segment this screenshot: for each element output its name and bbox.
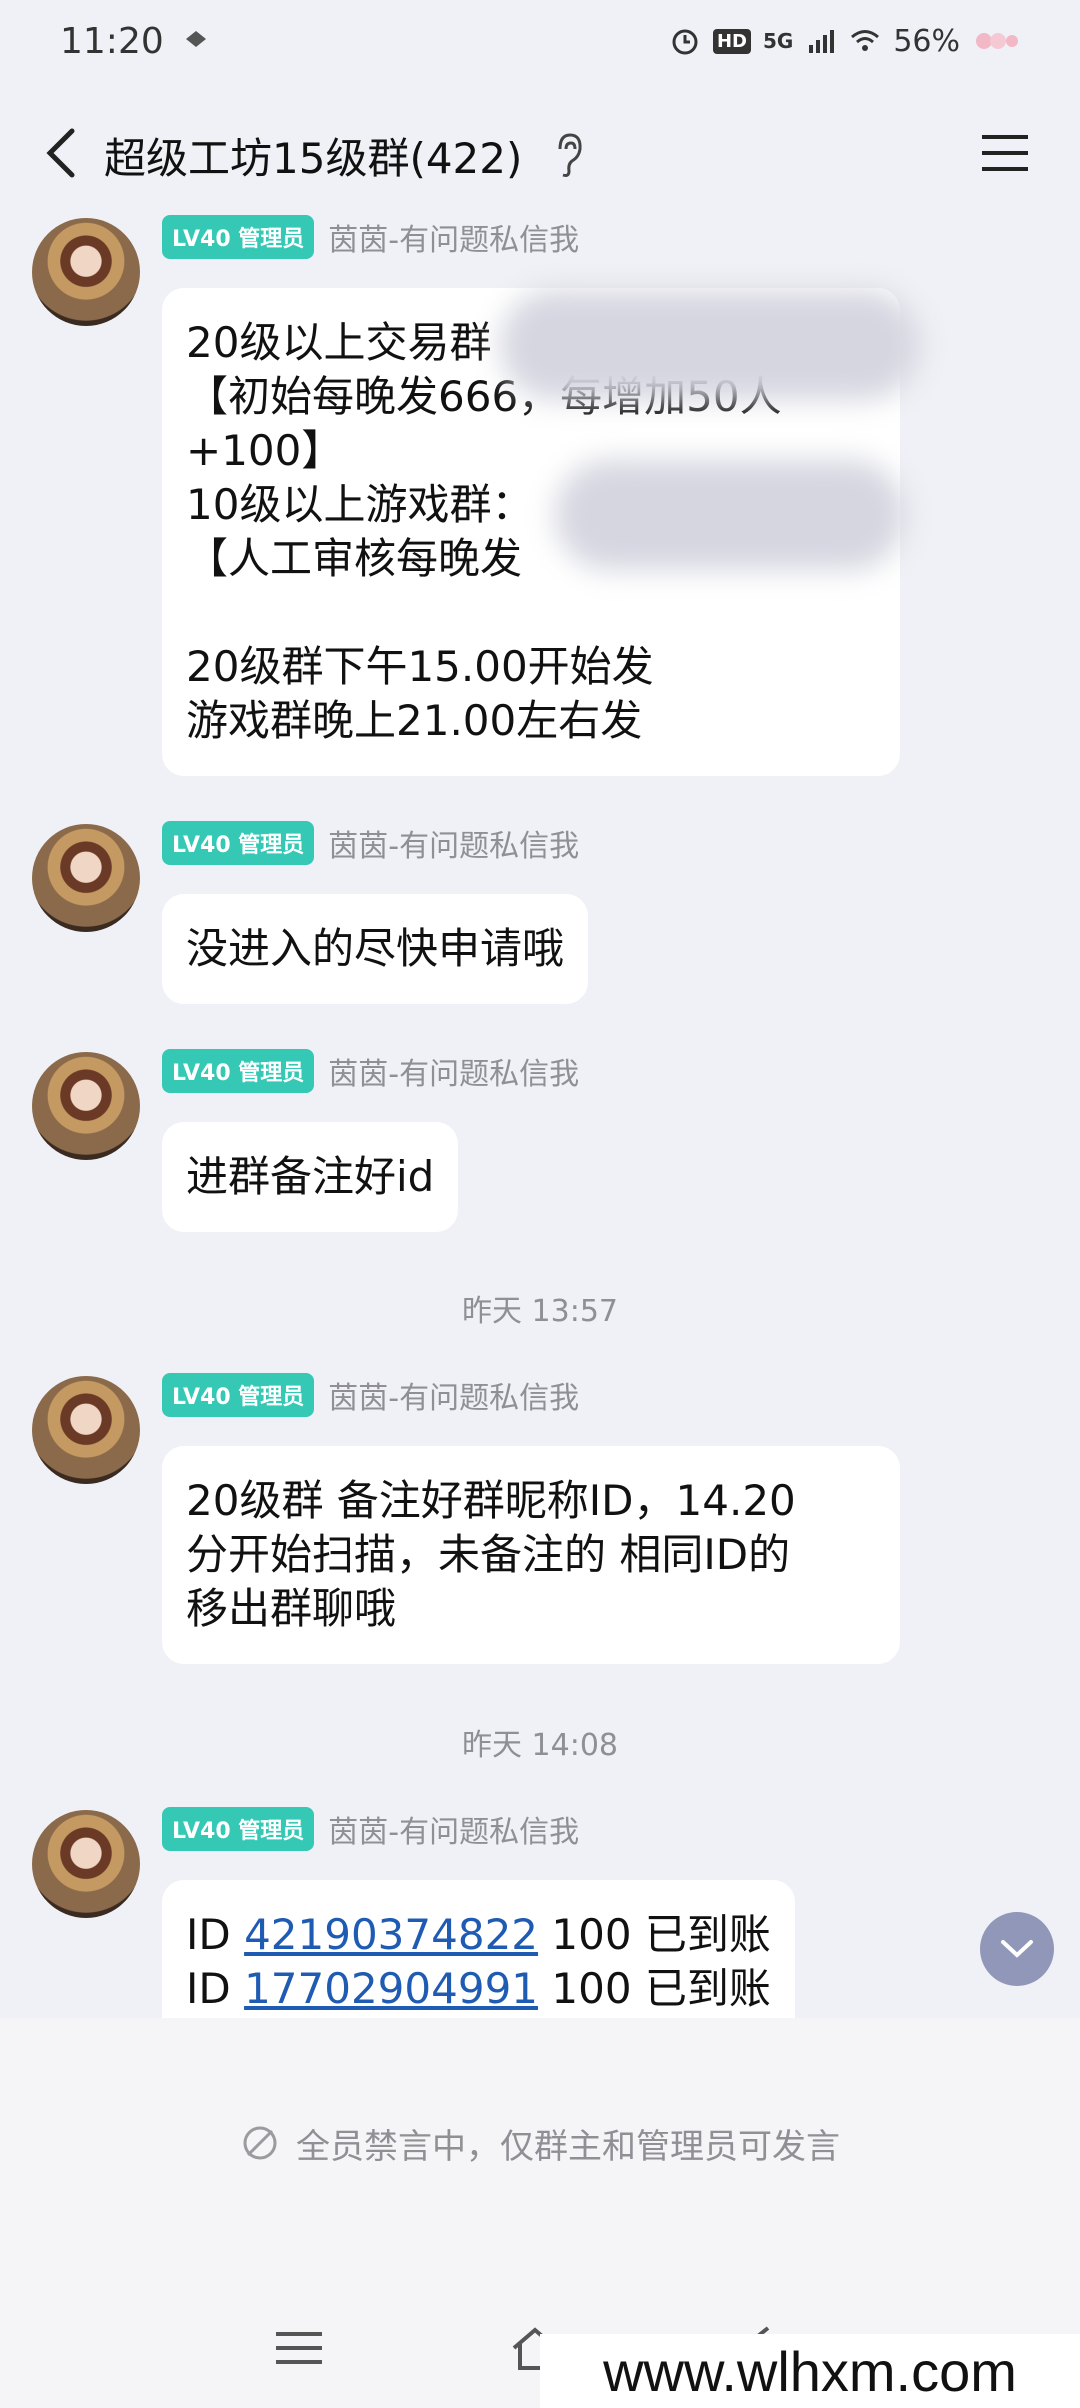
id-suffix: 100 已到账 xyxy=(538,1964,771,2013)
message-line: 20级群下午15.00开始发 xyxy=(186,642,654,691)
message-line: 分开始扫描，未备注的 相同ID的 xyxy=(186,1530,791,1579)
group-title: 超级工坊15级群(422) xyxy=(104,134,523,183)
avatar[interactable] xyxy=(32,1052,140,1160)
message-line: 移出群聊哦 xyxy=(186,1584,397,1633)
flower-battery-icon xyxy=(976,33,1018,49)
admin-badge: LV40 管理员 xyxy=(162,1373,315,1417)
sender-name[interactable]: 茵茵-有问题私信我 xyxy=(328,1049,579,1093)
chevron-down-icon xyxy=(1001,1940,1033,1958)
message-bubble[interactable]: 20级群 备注好群昵称ID，14.20 分开始扫描，未备注的 相同ID的 移出群… xyxy=(162,1446,900,1664)
id-row: ID 42190374822 100 已到账 xyxy=(186,1908,771,1962)
blurred-region xyxy=(500,290,920,400)
scroll-to-bottom-button[interactable] xyxy=(980,1912,1054,1986)
blurred-region xyxy=(555,460,905,570)
message-line: 没进入的尽快申请哦 xyxy=(186,924,565,973)
recents-icon[interactable] xyxy=(274,2326,324,2370)
id-prefix: ID xyxy=(186,1964,245,2013)
layers-icon xyxy=(185,31,206,47)
id-prefix: ID xyxy=(186,1910,245,1959)
admin-badge: LV40 管理员 xyxy=(162,215,315,259)
status-time: 11:20 xyxy=(60,20,164,62)
id-link[interactable]: 42190374822 xyxy=(244,1910,538,1959)
wifi-icon xyxy=(851,30,880,51)
message-bubble[interactable]: ID 42190374822 100 已到账 ID 17702904991 10… xyxy=(162,1880,795,2018)
menu-button[interactable] xyxy=(980,131,1030,175)
avatar[interactable] xyxy=(32,218,140,326)
battery-level: 56% xyxy=(893,23,960,59)
admin-badge: LV40 管理员 xyxy=(162,1807,315,1851)
timestamp: 昨天 13:57 xyxy=(462,1294,618,1329)
avatar[interactable] xyxy=(32,824,140,932)
signal-icon xyxy=(809,30,835,53)
chat-message-list[interactable]: LV40 管理员 茵茵-有问题私信我 20级以上交易群 【初始每晚发666，每增… xyxy=(0,210,1080,2018)
sender-name[interactable]: 茵茵-有问题私信我 xyxy=(328,1807,579,1851)
alarm-icon xyxy=(672,29,698,55)
mute-icon xyxy=(243,2126,277,2160)
hd-badge: HD xyxy=(712,28,751,54)
ear-icon[interactable] xyxy=(554,131,584,179)
mute-notice-bar: 全员禁言中，仅群主和管理员可发言 xyxy=(0,2018,1080,2268)
id-link[interactable]: 17702904991 xyxy=(244,1964,538,2013)
back-button[interactable] xyxy=(36,123,86,183)
avatar[interactable] xyxy=(32,1376,140,1484)
message-line xyxy=(186,586,876,640)
id-suffix: 100 已到账 xyxy=(538,1910,771,1959)
chat-header: 超级工坊15级群(422) xyxy=(0,95,1080,210)
status-bar: 11:20 HD 5G 56% xyxy=(0,0,1080,82)
watermark: www.wlhxm.com xyxy=(540,2334,1080,2408)
message-line: 游戏群晚上21.00左右发 xyxy=(186,696,643,745)
message-line: 进群备注好id xyxy=(186,1152,435,1201)
timestamp: 昨天 14:08 xyxy=(462,1728,618,1763)
message-bubble[interactable]: 没进入的尽快申请哦 xyxy=(162,894,589,1004)
message-line: 20级群 备注好群昵称ID，14.20 xyxy=(186,1476,796,1525)
sender-name[interactable]: 茵茵-有问题私信我 xyxy=(328,215,579,259)
admin-badge: LV40 管理员 xyxy=(162,821,315,865)
sender-name[interactable]: 茵茵-有问题私信我 xyxy=(328,821,579,865)
network-type: 5G xyxy=(762,29,794,53)
avatar[interactable] xyxy=(32,1810,140,1918)
message-bubble[interactable]: 进群备注好id xyxy=(162,1122,459,1232)
admin-badge: LV40 管理员 xyxy=(162,1049,315,1093)
mute-notice-text: 全员禁言中，仅群主和管理员可发言 xyxy=(296,2126,840,2167)
id-row: ID 17702904991 100 已到账 xyxy=(186,1962,771,2016)
sender-name[interactable]: 茵茵-有问题私信我 xyxy=(328,1373,579,1417)
